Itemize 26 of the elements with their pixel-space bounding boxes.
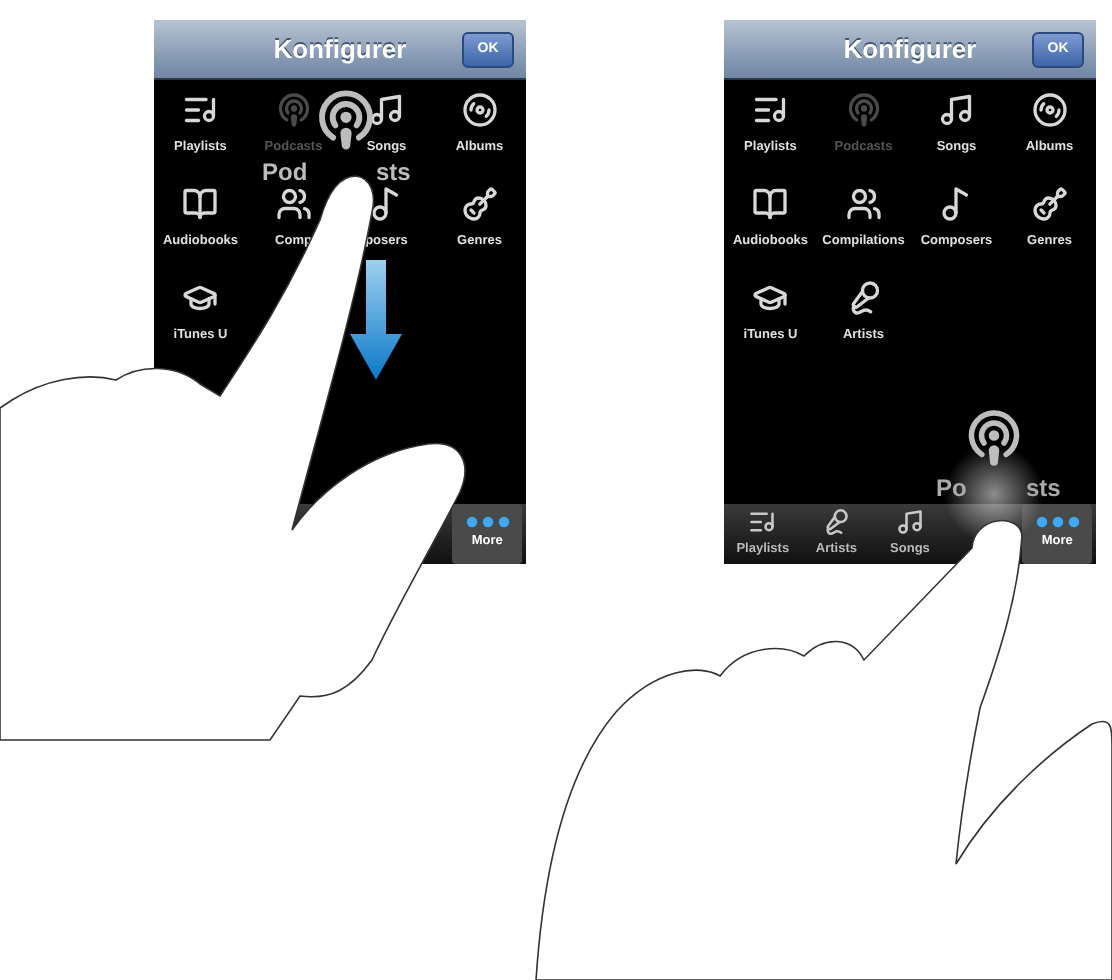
- dragged-label: Pod: [262, 160, 308, 184]
- people-icon: [845, 185, 882, 222]
- playlist-icon: [748, 508, 777, 537]
- dragged-label: Po: [936, 476, 967, 500]
- book-icon: [182, 185, 219, 222]
- guitar-icon: [461, 185, 498, 222]
- playlist-icon: [182, 92, 219, 128]
- more-dots-icon: [465, 516, 510, 529]
- screen-title: Konfigurer: [273, 31, 407, 68]
- guitar-icon: [1031, 185, 1068, 222]
- music-note-icon: [368, 92, 405, 128]
- people-icon: [275, 185, 312, 222]
- playlist-icon: [752, 92, 789, 128]
- podcast-icon: [964, 408, 1024, 468]
- music-note-icon: [938, 92, 975, 128]
- podcast-icon: [845, 92, 882, 128]
- disc-icon: [1031, 92, 1068, 128]
- disc-icon: [461, 92, 498, 128]
- dragged-label: sts: [1026, 476, 1061, 500]
- singer-icon: [822, 508, 851, 537]
- dragged-label: sts: [376, 160, 411, 184]
- screen-title: Konfigurer: [843, 31, 977, 68]
- book-icon: [752, 185, 789, 222]
- music-note-icon: [895, 508, 924, 537]
- more-dots-icon: [1035, 516, 1080, 529]
- down-arrow-icon: [350, 260, 402, 380]
